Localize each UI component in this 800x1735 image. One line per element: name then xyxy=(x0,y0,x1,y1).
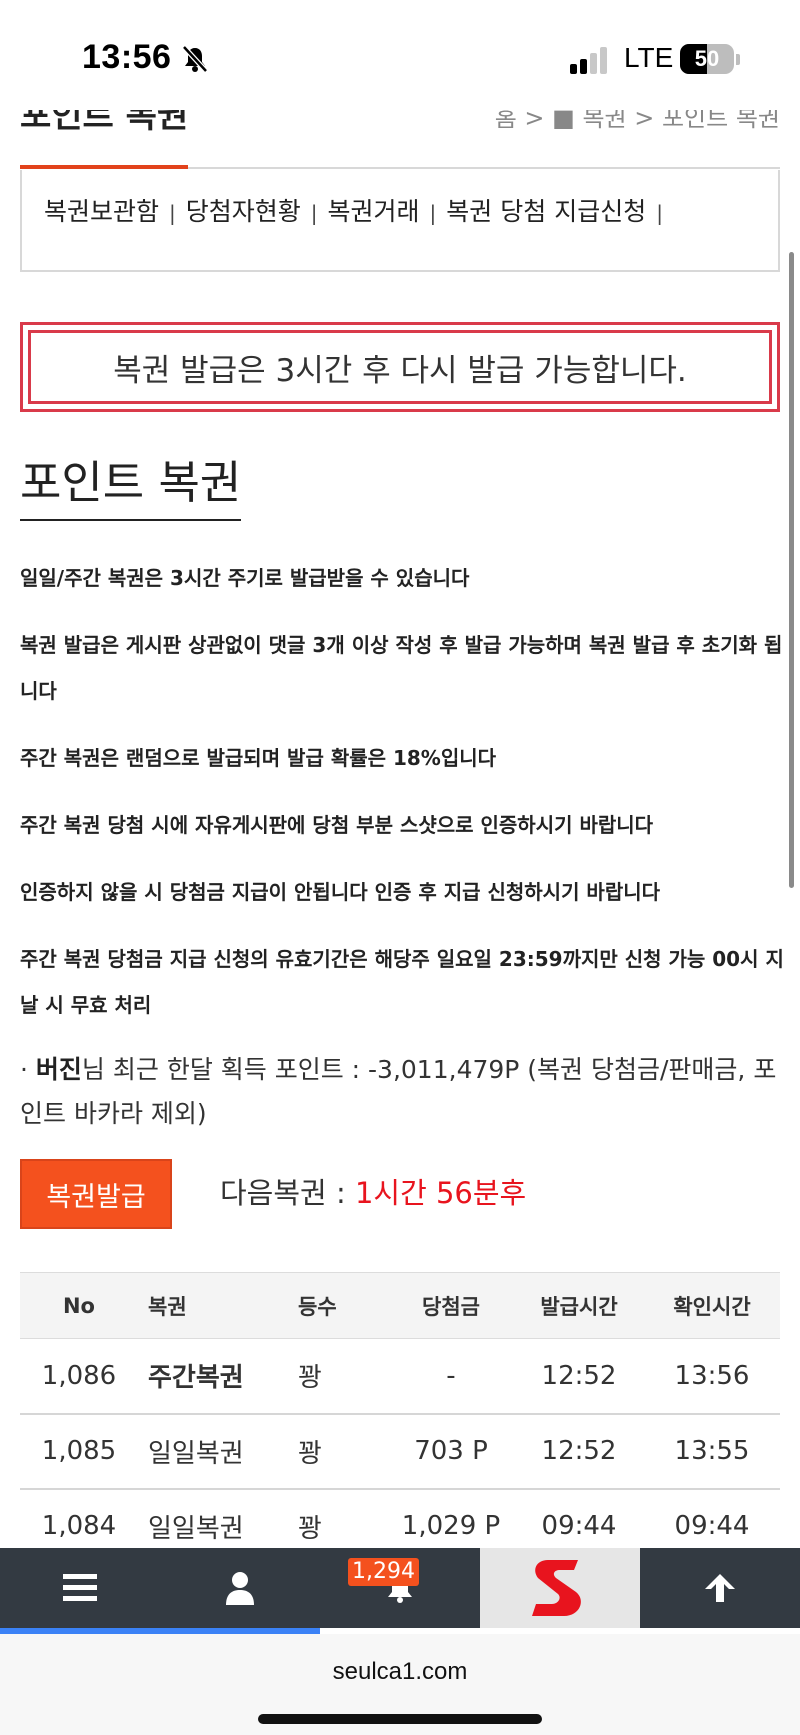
bell-muted-icon xyxy=(182,45,208,73)
arrow-up-icon xyxy=(705,1574,735,1602)
browser-url-bar: seulca1.com xyxy=(0,1634,800,1735)
column-header-no: No xyxy=(20,1272,138,1339)
subnav-separator: | xyxy=(656,201,663,225)
table-header-row: No 복권 등수 당첨금 발급시간 확인시간 xyxy=(20,1272,780,1339)
notifications-button[interactable]: 1,294 xyxy=(320,1548,480,1628)
subnav-item-winners[interactable]: 당첨자현황 xyxy=(186,192,301,228)
table-row[interactable]: 1,085 일일복권 꽝 703 P 12:52 13:55 xyxy=(20,1413,780,1490)
subnav-item-payout-request[interactable]: 복권 당첨 지급신청 xyxy=(446,192,646,228)
cell-no: 1,086 xyxy=(20,1338,138,1415)
issue-notice-text: 복권 발급은 3시간 후 다시 발급 가능합니다. xyxy=(28,330,772,404)
profile-button[interactable] xyxy=(160,1548,320,1628)
battery-tip xyxy=(736,54,740,65)
cell-no: 1,085 xyxy=(20,1413,138,1490)
column-header-check-time: 확인시간 xyxy=(644,1272,780,1339)
page-title: 포인트 복권 xyxy=(20,446,242,521)
battery-icon: 50 xyxy=(680,44,734,74)
notification-count-badge: 1,294 xyxy=(348,1558,419,1586)
header-divider xyxy=(188,167,780,169)
rule-item: 주간 복권 당첨금 지급 신청의 유효기간은 해당주 일요일 23:59까지만 … xyxy=(20,947,784,1017)
rule-item: 복권 발급은 게시판 상관없이 댓글 3개 이상 작성 후 발급 가능하며 복권… xyxy=(20,633,783,703)
column-header-issue-time: 발급시간 xyxy=(514,1272,644,1339)
issue-notice-box: 복권 발급은 3시간 후 다시 발급 가능합니다. xyxy=(20,322,780,412)
user-icon xyxy=(226,1572,254,1605)
subnav-item-storage[interactable]: 복권보관함 xyxy=(44,192,159,228)
subnav-separator: | xyxy=(429,201,437,225)
status-time: 13:56 xyxy=(82,38,172,76)
cell-prize: 703 P xyxy=(388,1413,514,1490)
url-text[interactable]: seulca1.com xyxy=(0,1658,800,1686)
cell-lottery: 주간복권 xyxy=(138,1338,298,1415)
table-row[interactable]: 1,086 주간복권 꽝 - 12:52 13:56 xyxy=(20,1338,780,1415)
lottery-history-table: No 복권 등수 당첨금 발급시간 확인시간 1,086 주간복권 꽝 - 12… xyxy=(20,1272,780,1565)
home-indicator[interactable] xyxy=(258,1714,542,1724)
monthly-points-summary: · 버진님 최근 한달 획득 포인트 : -3,011,479P (복권 당첨금… xyxy=(20,1048,785,1136)
rule-item: 주간 복권 당첨 시에 자유게시판에 당첨 부분 스샷으로 인증하시기 바랍니다 xyxy=(20,813,654,837)
cell-check-time: 13:55 xyxy=(644,1413,780,1490)
subnav-item-trade[interactable]: 복권거래 xyxy=(328,192,420,228)
page-header: 포인트 복권 홈 > ■ 복권 > 포인트 복권 xyxy=(20,104,780,168)
column-header-lottery: 복권 xyxy=(138,1272,298,1339)
next-lottery-label: 다음복권 : xyxy=(220,1176,355,1210)
column-header-rank: 등수 xyxy=(298,1272,388,1339)
cell-rank: 꽝 xyxy=(298,1413,388,1490)
signal-icon xyxy=(570,46,610,74)
cell-issue-time: 12:52 xyxy=(514,1338,644,1415)
next-lottery-time: 1시간 56분후 xyxy=(354,1176,527,1210)
bullet: · xyxy=(20,1055,28,1084)
menu-icon xyxy=(63,1574,97,1601)
cell-lottery: 일일복권 xyxy=(138,1413,298,1490)
site-logo xyxy=(532,1560,581,1616)
cell-prize: - xyxy=(388,1338,514,1415)
rule-item: 주간 복권은 랜덤으로 발급되며 발급 확률은 18%입니다 xyxy=(20,746,497,770)
header-title-underline xyxy=(20,165,188,169)
network-type: LTE xyxy=(624,42,674,73)
menu-button[interactable] xyxy=(0,1548,160,1628)
cell-issue-time: 12:52 xyxy=(514,1413,644,1490)
rule-item: 인증하지 않을 시 당첨금 지급이 안됩니다 인증 후 지급 신청하시기 바랍니… xyxy=(20,880,661,904)
next-lottery-countdown: 다음복권 : 1시간 56분후 xyxy=(220,1170,526,1212)
bottom-nav-bar: 1,294 xyxy=(0,1548,800,1628)
lottery-rules: 일일/주간 복권은 3시간 주기로 발급받을 수 있습니다 복권 발급은 게시판… xyxy=(20,555,785,1049)
column-header-prize: 당첨금 xyxy=(388,1272,514,1339)
scrollbar[interactable] xyxy=(789,252,794,888)
subnav-separator: | xyxy=(310,201,318,225)
lottery-subnav: 복권보관함 | 당첨자현황 | 복권거래 | 복권 당첨 지급신청 | xyxy=(20,170,780,272)
cell-check-time: 13:56 xyxy=(644,1338,780,1415)
scroll-top-button[interactable] xyxy=(640,1548,800,1628)
username: 버진 xyxy=(35,1055,82,1084)
battery-level: 50 xyxy=(694,46,720,71)
subnav-separator: | xyxy=(169,201,176,225)
points-text: 님 최근 한달 획득 포인트 : -3,011,479P (복권 당첨금/판매금… xyxy=(20,1055,777,1128)
cell-rank: 꽝 xyxy=(298,1338,388,1415)
status-bar: 13:56 LTE 50 xyxy=(0,0,800,110)
issue-lottery-button[interactable]: 복권발급 xyxy=(20,1159,172,1229)
site-logo-button[interactable] xyxy=(480,1548,640,1628)
rule-item: 일일/주간 복권은 3시간 주기로 발급받을 수 있습니다 xyxy=(20,566,470,590)
